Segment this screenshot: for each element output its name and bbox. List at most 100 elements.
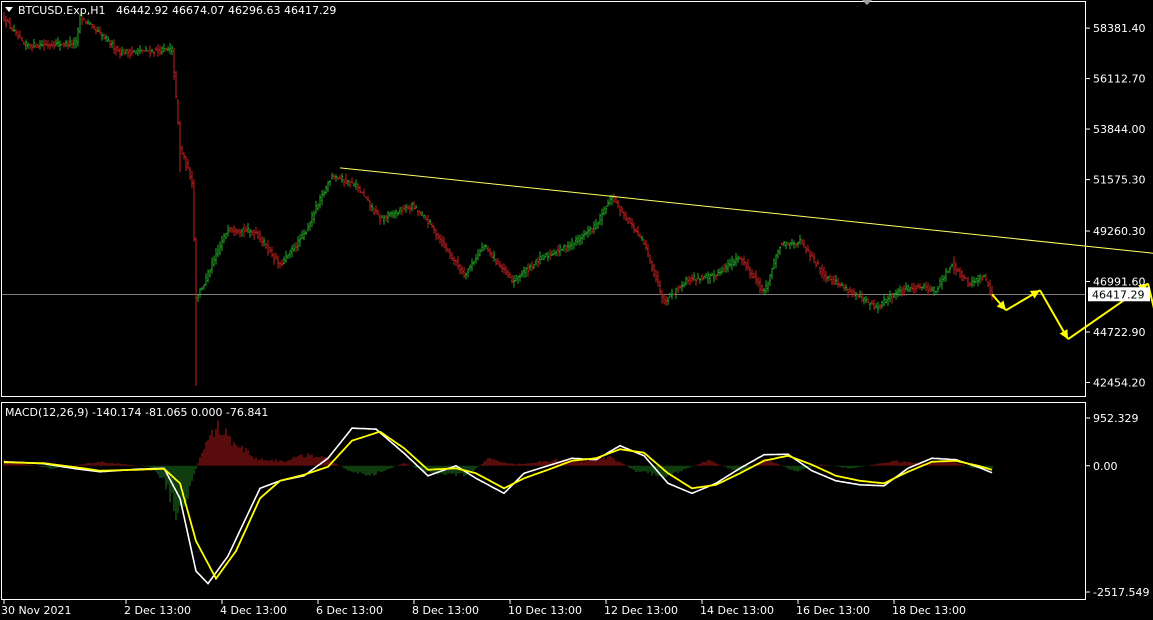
candle — [703, 275, 705, 280]
candle — [575, 235, 577, 247]
candle — [817, 259, 819, 266]
candle — [339, 175, 341, 180]
macd-header-label: MACD(12,26,9) -140.174 -81.065 0.000 -76… — [5, 406, 268, 419]
candle — [177, 99, 179, 125]
candle — [509, 272, 511, 279]
candle — [989, 279, 991, 296]
candle — [505, 265, 507, 276]
candle — [477, 249, 479, 261]
candle — [287, 254, 289, 259]
candle — [643, 238, 645, 246]
candle — [967, 276, 969, 288]
candle — [69, 36, 71, 48]
candle — [555, 250, 557, 257]
candle — [455, 259, 457, 267]
candle — [961, 270, 963, 282]
candle — [807, 244, 809, 253]
candle — [157, 44, 159, 57]
candle — [805, 246, 807, 254]
candle — [53, 40, 55, 50]
candle — [657, 270, 659, 287]
candle — [309, 221, 311, 231]
candle — [545, 252, 547, 258]
price-axis[interactable]: 58381.40 56112.70 53844.00 51575.30 49260.30… — [1086, 22, 1150, 389]
candle — [481, 242, 483, 252]
candle — [207, 269, 209, 283]
macd-axis[interactable]: 952.329 0.00 -2517.549 — [1086, 412, 1149, 599]
candle — [403, 204, 405, 211]
candle — [275, 252, 277, 260]
candle — [941, 275, 943, 290]
scroll-marker-icon[interactable] — [862, 0, 872, 5]
candle — [677, 285, 679, 294]
candle — [205, 273, 207, 287]
candle — [225, 233, 227, 240]
candle — [885, 298, 887, 304]
candle — [47, 40, 49, 49]
candle — [145, 45, 147, 52]
candle — [247, 222, 249, 233]
candle — [59, 40, 61, 51]
candle — [957, 267, 959, 273]
candle — [835, 274, 837, 286]
candle — [29, 43, 31, 50]
candle — [315, 200, 317, 214]
time-axis[interactable]: 30 Nov 2021 2 Dec 13:00 4 Dec 13:00 6 Dec 1… — [1, 600, 966, 617]
candle — [953, 256, 955, 275]
candle — [165, 48, 167, 52]
candle — [191, 170, 193, 189]
candle — [97, 26, 99, 32]
candle — [91, 23, 93, 29]
candle — [723, 263, 725, 272]
candle — [845, 284, 847, 292]
candle — [969, 282, 971, 287]
candle — [725, 263, 727, 273]
candle — [23, 41, 25, 46]
candle — [335, 174, 337, 182]
candle — [153, 51, 155, 57]
candle — [173, 48, 175, 81]
candle — [373, 207, 375, 216]
symbol-label[interactable]: BTCUSD.Exp,H1 — [18, 4, 106, 17]
candle — [829, 274, 831, 281]
candle — [381, 214, 383, 219]
candle — [419, 210, 421, 216]
candle — [189, 167, 191, 180]
candle — [719, 267, 721, 277]
candle — [301, 230, 303, 240]
candle — [981, 274, 983, 282]
candle — [625, 211, 627, 222]
candle — [561, 248, 563, 252]
candle — [881, 300, 883, 309]
candle — [959, 267, 961, 279]
candle — [911, 282, 913, 292]
candle — [25, 39, 27, 51]
price-tick-label: 49260.30 — [1093, 225, 1146, 238]
trading-chart[interactable]: 58381.40 56112.70 53844.00 51575.30 49260.30… — [0, 0, 1153, 620]
candle — [143, 50, 145, 52]
trendline[interactable] — [339, 167, 1153, 254]
current-price-badge: 46417.29 — [1088, 287, 1150, 302]
candle — [867, 297, 869, 304]
candle — [285, 250, 287, 263]
macd-tick-label: 0.00 — [1093, 460, 1118, 473]
price-tick-label: 42454.20 — [1093, 376, 1146, 389]
candle — [63, 42, 65, 48]
candle — [11, 26, 13, 32]
trendline-layer[interactable] — [339, 167, 1153, 254]
candle — [465, 272, 467, 280]
candle — [357, 183, 359, 193]
candle — [329, 180, 331, 187]
candle — [533, 263, 535, 270]
candle — [917, 283, 919, 289]
candle — [255, 226, 257, 234]
candle — [407, 205, 409, 211]
symbol-dropdown-icon[interactable] — [5, 7, 13, 12]
candle — [9, 17, 11, 29]
candle — [321, 189, 323, 206]
candle — [841, 282, 843, 287]
candle — [187, 159, 189, 170]
candle — [647, 243, 649, 258]
candle — [473, 260, 475, 266]
candle — [101, 32, 103, 41]
